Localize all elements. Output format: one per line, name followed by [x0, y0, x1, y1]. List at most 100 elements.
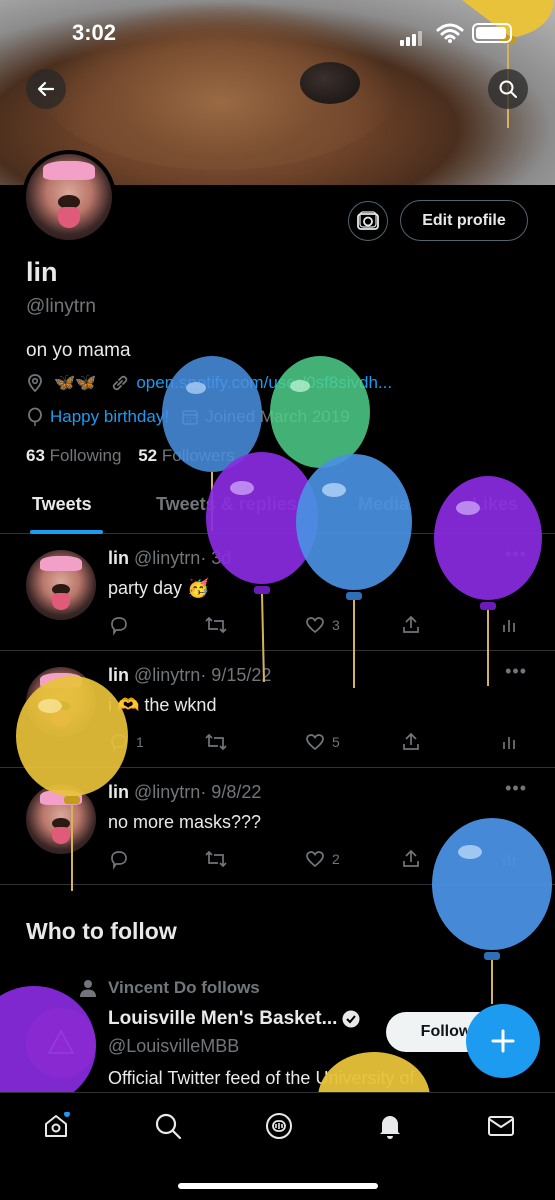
- tweet-item[interactable]: lin @linytrn· 3d ••• party day 🥳 3: [0, 534, 555, 651]
- views-icon: [503, 620, 515, 632]
- tweet-actions: 1 5: [108, 731, 528, 755]
- reply-icon: [111, 617, 127, 636]
- suggestion-avatar[interactable]: [26, 1008, 96, 1078]
- edit-profile-button[interactable]: Edit profile: [400, 200, 528, 241]
- tweet-header: lin @linytrn· 9/15/22: [108, 665, 272, 685]
- views-button[interactable]: [500, 848, 526, 870]
- tweet-item[interactable]: lin @linytrn· 9/8/22 ••• no more masks??…: [0, 768, 555, 885]
- tweet-header: lin @linytrn· 9/8/22: [108, 782, 262, 802]
- tweet-avatar[interactable]: [26, 550, 96, 620]
- nav-notifications[interactable]: [375, 1111, 405, 1141]
- retweet-icon: [205, 616, 227, 634]
- follow-stats: 63 Following 52 Followers: [26, 446, 235, 466]
- profile-tabs: Tweets Tweets & replies Media Likes: [0, 480, 555, 534]
- reply-icon: [111, 851, 127, 870]
- birthday-text: Happy birthday!: [50, 407, 170, 426]
- share-button[interactable]: [400, 848, 428, 870]
- tab-likes[interactable]: Likes: [472, 494, 518, 515]
- like-button[interactable]: 3: [304, 614, 340, 636]
- reply-button[interactable]: [108, 614, 136, 636]
- profile-name: lin: [26, 257, 58, 287]
- like-icon: [306, 734, 324, 751]
- bell-icon: [380, 1116, 400, 1139]
- profile-meta-row-2: Happy birthday! Joined March 2019: [26, 407, 350, 427]
- reply-icon: [111, 734, 127, 753]
- reply-button[interactable]: [108, 848, 136, 870]
- views-button[interactable]: [500, 731, 526, 753]
- share-icon: [403, 849, 419, 867]
- nav-spaces[interactable]: [264, 1111, 294, 1141]
- suggestion-handle: @LouisvilleMBB: [108, 1036, 240, 1056]
- tweet-actions: 3: [108, 614, 528, 638]
- suggestion-context: Vincent Do follows: [78, 978, 260, 998]
- like-button[interactable]: 5: [304, 731, 340, 753]
- compose-tweet-button[interactable]: [466, 1004, 540, 1078]
- camera-icon: [357, 211, 379, 230]
- tab-tweets[interactable]: Tweets: [32, 494, 92, 515]
- joined-date: Joined March 2019: [205, 407, 350, 426]
- home-icon: [45, 1112, 70, 1137]
- tweet-avatar[interactable]: [26, 667, 96, 737]
- views-icon: [503, 737, 515, 749]
- back-button[interactable]: [26, 69, 66, 109]
- tab-tweets-replies[interactable]: Tweets & replies: [156, 494, 297, 515]
- calendar-icon: [182, 410, 198, 425]
- retweet-icon: [205, 850, 227, 868]
- wifi-icon: [436, 23, 464, 43]
- signal-icon: [400, 28, 424, 46]
- tweet-text: i 🫶 the wknd: [108, 695, 217, 715]
- search-icon: [499, 80, 517, 98]
- battery-icon: [472, 23, 512, 43]
- share-button[interactable]: [400, 614, 428, 636]
- tweet-avatar[interactable]: [26, 784, 96, 854]
- plus-icon: [491, 1029, 515, 1053]
- share-button[interactable]: [400, 731, 428, 753]
- status-time: 3:02: [72, 20, 117, 45]
- retweet-button[interactable]: [204, 731, 234, 753]
- tweet-actions: 2: [108, 848, 528, 872]
- suggestion-name[interactable]: Louisville Men's Basket...: [108, 1008, 361, 1030]
- reply-button[interactable]: 1: [108, 731, 144, 753]
- tweet-text: party day 🥳: [108, 578, 210, 598]
- suggestion-description: Official Twitter feed of the University …: [108, 1068, 415, 1088]
- tab-media[interactable]: Media: [358, 494, 409, 515]
- like-icon: [306, 851, 324, 868]
- retweet-button[interactable]: [204, 848, 234, 870]
- more-icon[interactable]: •••: [505, 778, 527, 799]
- spaces-icon: [266, 1113, 292, 1139]
- following-link[interactable]: 63 Following: [26, 446, 121, 465]
- verified-icon: [342, 1010, 360, 1028]
- who-to-follow-title: Who to follow: [26, 918, 177, 944]
- share-icon: [403, 732, 419, 750]
- profile-link[interactable]: open.spotify.com/user/0sf8sivdh...: [136, 373, 392, 393]
- tweet-header: lin @linytrn· 3d: [108, 548, 232, 568]
- mail-icon: [488, 1116, 514, 1136]
- search-button[interactable]: [488, 69, 528, 109]
- banner-dog-nose: [300, 62, 360, 104]
- location-icon: [28, 374, 42, 393]
- retweet-button[interactable]: [204, 614, 234, 636]
- more-icon[interactable]: •••: [505, 544, 527, 565]
- followers-link[interactable]: 52 Followers: [138, 446, 234, 465]
- views-button[interactable]: [500, 614, 526, 636]
- nav-home[interactable]: [41, 1111, 71, 1141]
- more-icon[interactable]: •••: [505, 661, 527, 682]
- back-arrow-icon: [37, 81, 55, 97]
- profile-avatar[interactable]: [22, 150, 116, 244]
- nav-messages[interactable]: [486, 1111, 516, 1141]
- cardinal-logo-icon: [47, 1029, 75, 1054]
- like-icon: [306, 617, 324, 634]
- camera-button[interactable]: [348, 201, 388, 241]
- link-icon: [113, 375, 128, 391]
- nav-explore[interactable]: [153, 1111, 183, 1141]
- tweet-text: no more masks???: [108, 812, 262, 832]
- balloon-icon: [28, 407, 42, 426]
- person-icon: [80, 980, 96, 997]
- tweet-item[interactable]: lin @linytrn· 9/15/22 ••• i 🫶 the wknd 1…: [0, 651, 555, 768]
- views-icon: [503, 854, 515, 866]
- profile-location: 🦋🦋: [54, 373, 97, 392]
- share-icon: [403, 615, 419, 633]
- home-indicator: [178, 1183, 378, 1189]
- status-bar: 3:02: [0, 0, 555, 66]
- like-button[interactable]: 2: [304, 848, 340, 870]
